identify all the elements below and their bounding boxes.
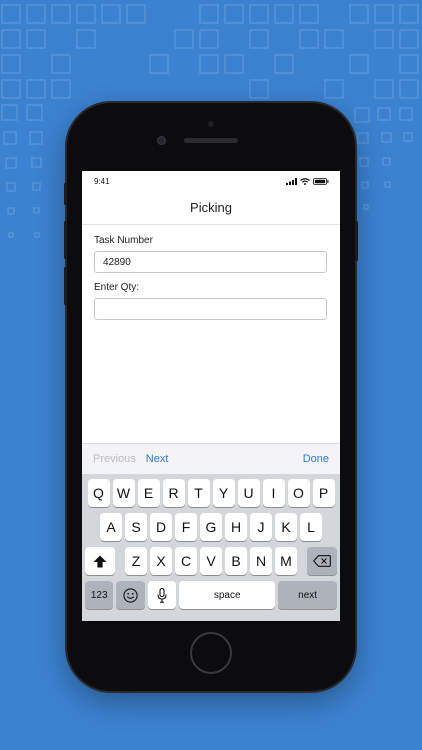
key-a[interactable]: A [100, 513, 122, 541]
power-button [355, 221, 358, 261]
earpiece-speaker [184, 138, 238, 143]
keyboard-row-1: Q W E R T Y U I O P [82, 479, 340, 507]
previous-button[interactable]: Previous [93, 453, 136, 465]
qty-input[interactable] [94, 298, 327, 320]
key-d[interactable]: D [150, 513, 172, 541]
qty-label: Enter Qty: [94, 282, 140, 293]
emoji-icon [123, 587, 138, 603]
phone-frame: 9:41 Picking Task Number 42890 Enter Qty… [64, 103, 358, 691]
home-button[interactable] [190, 632, 232, 674]
key-f[interactable]: F [175, 513, 197, 541]
keyboard-row-2: A S D F G H J K L [82, 513, 340, 541]
dictation-key[interactable] [147, 581, 177, 609]
key-c[interactable]: C [175, 547, 197, 575]
key-l[interactable]: L [300, 513, 322, 541]
delete-key[interactable] [307, 547, 337, 575]
next-key[interactable]: next [278, 581, 337, 609]
next-button[interactable]: Next [146, 453, 169, 465]
space-key[interactable]: space [179, 581, 276, 609]
emoji-key[interactable] [116, 581, 145, 609]
navigation-bar: Picking [82, 191, 340, 225]
key-p[interactable]: P [312, 479, 335, 507]
key-n[interactable]: N [250, 547, 272, 575]
key-g[interactable]: G [200, 513, 222, 541]
key-j[interactable]: J [250, 513, 272, 541]
key-q[interactable]: Q [87, 479, 110, 507]
key-x[interactable]: X [150, 547, 172, 575]
key-k[interactable]: K [275, 513, 297, 541]
status-bar: 9:41 [82, 171, 340, 191]
numbers-key[interactable]: 123 [85, 581, 114, 609]
key-u[interactable]: U [237, 479, 260, 507]
keyboard-row-4: 123 space next [82, 581, 340, 609]
key-w[interactable]: W [112, 479, 135, 507]
screen: 9:41 Picking Task Number 42890 Enter Qty… [82, 171, 340, 621]
key-y[interactable]: Y [212, 479, 235, 507]
keyboard-accessory-bar: Previous Next Done [82, 443, 340, 474]
key-r[interactable]: R [162, 479, 185, 507]
key-h[interactable]: H [225, 513, 247, 541]
task-number-label: Task Number [94, 235, 153, 246]
mute-switch [64, 183, 67, 205]
signal-icon [286, 177, 297, 185]
picking-form: Task Number Enter Qty: [82, 225, 340, 320]
shift-key[interactable] [85, 547, 115, 575]
key-o[interactable]: O [287, 479, 310, 507]
battery-icon [313, 177, 329, 185]
status-time: 9:41 [94, 176, 110, 186]
key-s[interactable]: S [125, 513, 147, 541]
keyboard-row-3: Z X C V B N M [82, 547, 340, 575]
key-t[interactable]: T [187, 479, 210, 507]
camera-dot [208, 121, 214, 127]
volume-down-button [64, 267, 67, 305]
microphone-icon [157, 587, 167, 603]
wifi-icon [300, 177, 310, 185]
key-v[interactable]: V [200, 547, 222, 575]
front-camera [157, 136, 166, 145]
key-i[interactable]: I [262, 479, 285, 507]
delete-icon [313, 555, 331, 567]
key-m[interactable]: M [275, 547, 297, 575]
keyboard: Q W E R T Y U I O P A S D F G H J K L Z … [82, 474, 340, 621]
key-e[interactable]: E [137, 479, 160, 507]
volume-up-button [64, 221, 67, 259]
page-title: Picking [190, 200, 232, 215]
key-z[interactable]: Z [125, 547, 147, 575]
keyboard-row-3-letters: Z X C V B N M [125, 547, 297, 575]
shift-icon [93, 555, 107, 567]
done-button[interactable]: Done [303, 453, 329, 465]
key-b[interactable]: B [225, 547, 247, 575]
task-number-input[interactable] [94, 251, 327, 273]
status-icons [286, 177, 329, 185]
